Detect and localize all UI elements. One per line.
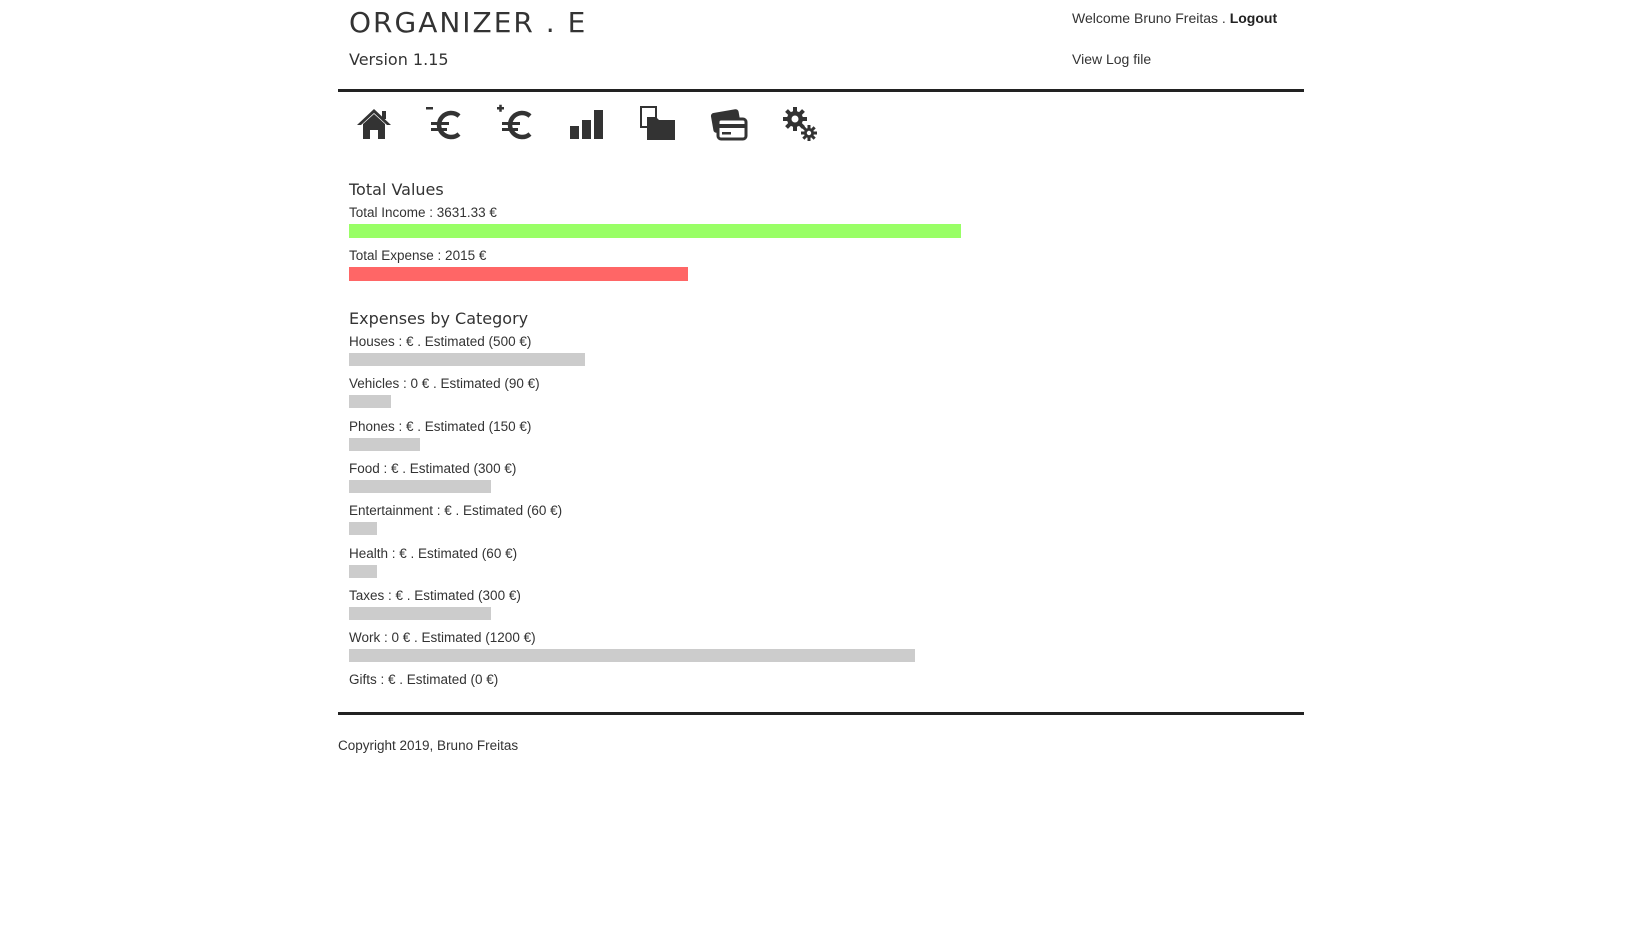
category-label: Houses : € . Estimated (500 €)	[349, 334, 532, 349]
category-bar	[349, 606, 491, 620]
header-divider	[338, 89, 1304, 92]
nav-reports-button[interactable]	[567, 104, 607, 144]
page-container: ORGANIZER . E Version 1.15 Welcome Bruno…	[338, 0, 1304, 928]
category-label: Work : 0 € . Estimated (1200 €)	[349, 630, 536, 646]
euro-minus-icon	[426, 107, 461, 140]
total-expense-bar	[349, 267, 688, 281]
welcome-text: Welcome Bruno Freitas .	[1072, 10, 1226, 26]
category-label: Vehicles : 0 € . Estimated (90 €)	[349, 376, 540, 392]
category-label: Gifts : € . Estimated (0 €)	[349, 672, 499, 688]
main-nav	[354, 104, 851, 144]
gears-icon	[783, 107, 817, 141]
category-label: Food : € . Estimated (300 €)	[349, 460, 517, 476]
category-label: Health : € . Estimated (60 €)	[349, 545, 518, 561]
bar-chart-icon	[570, 110, 603, 139]
category-bar	[349, 353, 585, 366]
category-bar	[349, 649, 915, 663]
nav-home-button[interactable]	[354, 104, 394, 144]
app-title: ORGANIZER . E	[349, 6, 588, 39]
total-expense-label: Total Expense : 2015 €	[349, 248, 487, 263]
category-bar	[349, 522, 377, 536]
nav-expense-button[interactable]	[425, 104, 465, 144]
nav-categories-button[interactable]	[638, 104, 678, 144]
nav-income-button[interactable]	[496, 104, 536, 144]
copyright-text: Copyright 2019, Bruno Freitas	[338, 738, 519, 753]
view-log-link[interactable]: View Log file	[1072, 51, 1151, 67]
euro-plus-icon	[497, 104, 532, 140]
home-icon	[357, 109, 391, 139]
category-bar	[349, 564, 377, 578]
category-bar	[349, 479, 491, 493]
app-version: Version 1.15	[349, 50, 449, 69]
footer-divider	[338, 712, 1304, 715]
category-bar	[349, 437, 420, 451]
total-values-title: Total Values	[349, 180, 444, 199]
category-bar	[349, 395, 391, 409]
nav-settings-button[interactable]	[780, 104, 820, 144]
logout-link[interactable]: Logout	[1230, 10, 1277, 26]
total-income-label: Total Income : 3631.33 €	[349, 205, 497, 220]
folders-icon	[640, 106, 675, 140]
credit-cards-icon	[710, 109, 748, 141]
nav-accounts-button[interactable]	[709, 104, 749, 144]
total-income-bar	[349, 224, 961, 238]
category-label: Phones : € . Estimated (150 €)	[349, 418, 532, 434]
expenses-by-category-title: Expenses by Category	[349, 309, 529, 328]
category-label: Taxes : € . Estimated (300 €)	[349, 587, 521, 603]
category-label: Entertainment : € . Estimated (60 €)	[349, 503, 563, 519]
user-welcome: Welcome Bruno Freitas . Logout	[1072, 10, 1277, 26]
